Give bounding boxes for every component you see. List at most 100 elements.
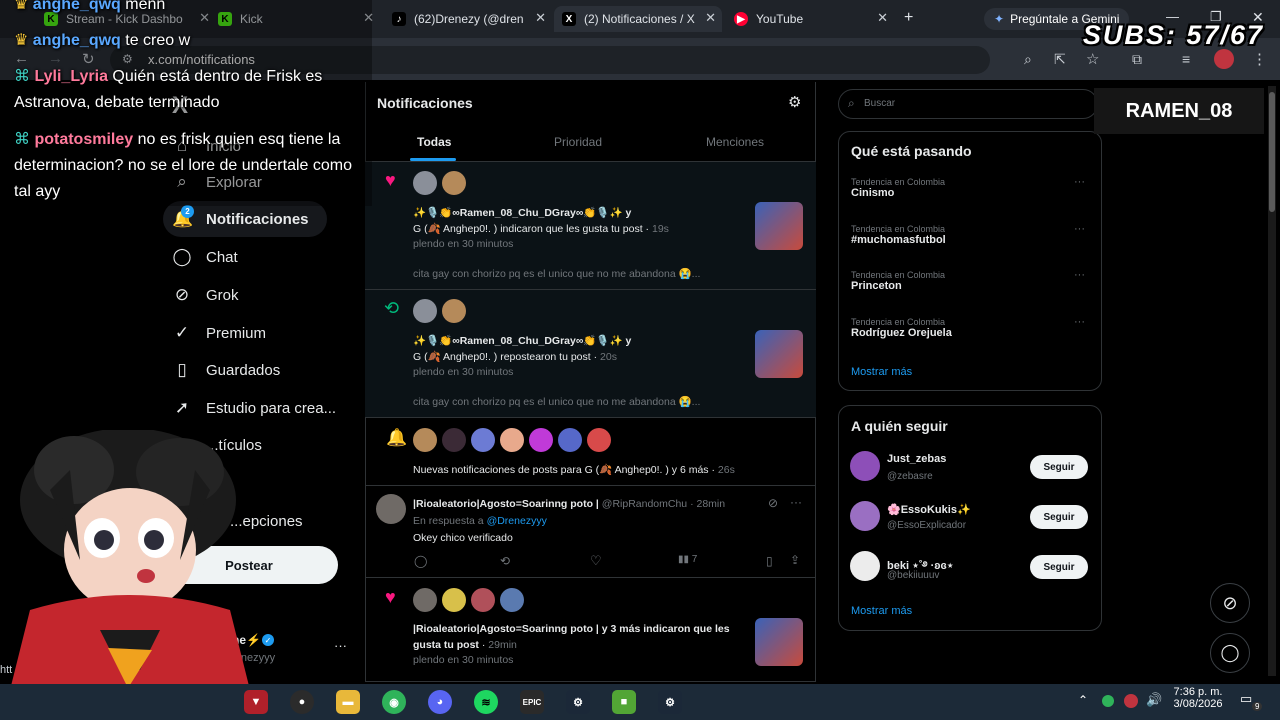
views-count[interactable]: ▮▮ 7 xyxy=(678,554,697,565)
notification-post-preview: plendo en 30 minutos xyxy=(413,654,514,666)
tab-prioridad[interactable]: Prioridad xyxy=(554,135,602,149)
more-icon[interactable]: ··· xyxy=(790,495,802,509)
avatar[interactable] xyxy=(442,299,466,323)
steam-icon[interactable]: ⚙ xyxy=(658,690,682,714)
suggestion-name[interactable]: 🌸EssoKukis✨ xyxy=(887,503,971,516)
profile-avatar[interactable] xyxy=(1214,49,1234,69)
trend-item[interactable]: Tendencia en Colombia Cinismo xyxy=(851,177,945,199)
search-placeholder: Buscar xyxy=(864,98,896,109)
close-tab-icon[interactable]: ✕ xyxy=(535,10,546,26)
show-more-follow-link[interactable]: Mostrar más xyxy=(851,605,912,617)
grok-float-icon[interactable]: ⊘ xyxy=(1210,583,1250,623)
avatar[interactable] xyxy=(471,588,495,612)
volume-icon[interactable]: 🔊 xyxy=(1146,692,1162,708)
reply-icon[interactable]: ◯ xyxy=(414,554,427,568)
repost-icon[interactable]: ⟲ xyxy=(500,554,510,568)
avatar[interactable] xyxy=(413,428,437,452)
notification-center-icon[interactable]: ▭ xyxy=(1240,691,1252,707)
avatar[interactable] xyxy=(442,588,466,612)
tray-arrow-icon[interactable]: ⌃ xyxy=(1078,693,1088,707)
minecraft-icon[interactable]: ■ xyxy=(612,690,636,714)
settings-gear-icon[interactable]: ⚙ xyxy=(788,93,801,111)
avatar[interactable] xyxy=(413,588,437,612)
trend-item[interactable]: Tendencia en Colombia Princeton xyxy=(851,270,945,292)
messages-float-icon[interactable]: ◯ xyxy=(1210,633,1250,673)
repost-icon: ⟲ xyxy=(384,298,400,318)
post-thumbnail[interactable] xyxy=(755,202,803,250)
trend-item[interactable]: Tendencia en Colombia #muchomasfutbol xyxy=(851,224,946,246)
show-more-trends-link[interactable]: Mostrar más xyxy=(851,366,912,378)
system-clock[interactable]: 7:36 p. m. 3/08/2026 xyxy=(1172,686,1224,710)
avatar[interactable] xyxy=(442,428,466,452)
avatar[interactable] xyxy=(376,494,406,524)
avatar[interactable] xyxy=(413,299,437,323)
bookmark-icon[interactable]: ▯ xyxy=(766,554,773,568)
account-menu-icon[interactable]: ··· xyxy=(334,638,347,653)
media-icon[interactable]: ≡ xyxy=(1182,51,1190,67)
post-thumbnail[interactable] xyxy=(755,330,803,378)
tab-x-notificaciones[interactable]: X (2) Notificaciones / X ✕ xyxy=(554,6,722,32)
avatar[interactable] xyxy=(850,451,880,481)
bookmark-star-icon[interactable]: ☆ xyxy=(1086,50,1099,68)
reply-header: |Rioaleatorio|Agosto=Soarinng poto | @Ri… xyxy=(413,498,726,510)
avatar[interactable] xyxy=(850,501,880,531)
zoom-icon[interactable]: ⌕ xyxy=(1024,51,1032,68)
steam-icon[interactable]: ⚙ xyxy=(566,690,590,714)
views-icon: ▮▮ xyxy=(678,554,690,565)
suggestion-handle: @zebasre xyxy=(887,471,933,482)
nav-notificaciones[interactable]: 🔔 2 Notificaciones xyxy=(163,201,327,237)
extensions-icon[interactable]: ⧉ xyxy=(1132,51,1142,68)
nav-estudio[interactable]: ➚ Estudio para crea... xyxy=(172,390,336,426)
chrome-icon[interactable]: ◉ xyxy=(382,690,406,714)
share-icon[interactable]: ⇪ xyxy=(790,553,800,567)
new-tab-icon[interactable]: + xyxy=(904,9,913,27)
avatar[interactable] xyxy=(850,551,880,581)
trend-more-icon[interactable]: ··· xyxy=(1074,223,1085,235)
follow-button[interactable]: Seguir xyxy=(1030,505,1088,529)
avatar[interactable] xyxy=(529,428,553,452)
grok-icon[interactable]: ⊘ xyxy=(768,496,778,510)
scrollbar-thumb[interactable] xyxy=(1269,92,1275,212)
tiktok-icon: ♪ xyxy=(392,12,406,26)
nav-grok[interactable]: ⊘ Grok xyxy=(172,277,239,313)
tray-app-icon[interactable] xyxy=(1124,694,1138,708)
discord-icon[interactable]: ◕ xyxy=(428,690,452,714)
follow-button[interactable]: Seguir xyxy=(1030,555,1088,579)
obs-icon[interactable]: ● xyxy=(290,690,314,714)
suggestion-name[interactable]: Just_zebas xyxy=(887,453,946,465)
suggestion-handle: @EssoExplicador xyxy=(887,520,967,531)
avatar[interactable] xyxy=(500,588,524,612)
follow-button[interactable]: Seguir xyxy=(1030,455,1088,479)
avatar[interactable] xyxy=(558,428,582,452)
close-tab-icon[interactable]: ✕ xyxy=(705,10,716,26)
tab-tiktok[interactable]: ♪ (62)Drenezy (@drene ✕ xyxy=(384,6,552,32)
nav-chat[interactable]: ◯ Chat xyxy=(172,239,237,275)
epic-games-icon[interactable]: EPIC xyxy=(520,690,544,714)
nav-guardados[interactable]: ▯ Guardados xyxy=(172,352,280,388)
trend-more-icon[interactable]: ··· xyxy=(1074,269,1085,281)
nav-premium[interactable]: ✓ Premium xyxy=(172,315,266,351)
bell-icon: 🔔 2 xyxy=(172,205,194,228)
tab-menciones[interactable]: Menciones xyxy=(706,135,764,149)
browser-menu-icon[interactable]: ⋮ xyxy=(1252,50,1267,68)
avatar[interactable] xyxy=(471,428,495,452)
trend-item[interactable]: Tendencia en Colombia Rodríguez Orejuela xyxy=(851,317,952,339)
avatar[interactable] xyxy=(500,428,524,452)
app-icon[interactable]: ▼ xyxy=(244,690,268,714)
spotify-icon[interactable]: ≋ xyxy=(474,690,498,714)
install-icon[interactable]: ⇱ xyxy=(1054,51,1066,68)
trend-more-icon[interactable]: ··· xyxy=(1074,316,1085,328)
streamer-name-tag: RAMEN_08 xyxy=(1094,88,1264,134)
avatar[interactable] xyxy=(413,171,437,195)
avatar[interactable] xyxy=(587,428,611,452)
close-tab-icon[interactable]: ✕ xyxy=(877,10,888,26)
like-icon[interactable]: ♡ xyxy=(590,553,602,569)
tab-youtube[interactable]: ▶ YouTube ✕ xyxy=(726,6,894,32)
tray-app-icon[interactable] xyxy=(1102,695,1114,707)
folder-icon[interactable]: ▬ xyxy=(336,690,360,714)
avatar[interactable] xyxy=(442,171,466,195)
active-tab-indicator xyxy=(410,158,456,161)
post-thumbnail[interactable] xyxy=(755,618,803,666)
trend-more-icon[interactable]: ··· xyxy=(1074,176,1085,188)
tab-todas[interactable]: Todas xyxy=(417,135,451,149)
